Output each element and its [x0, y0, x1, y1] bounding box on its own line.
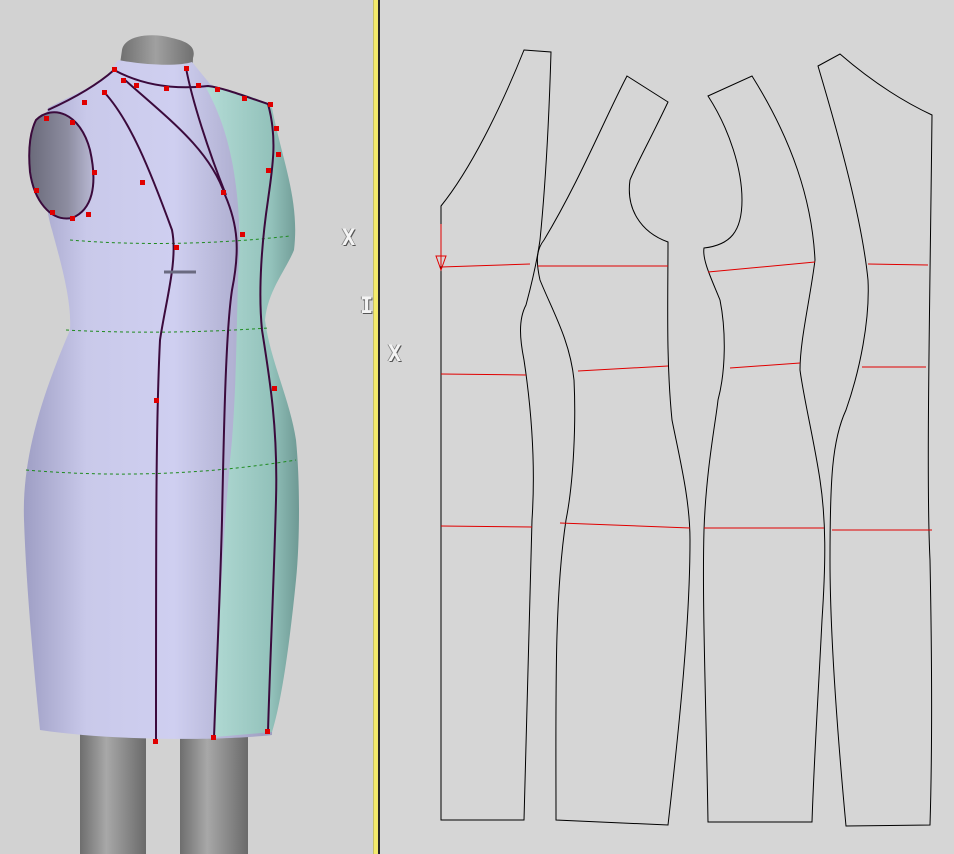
pattern-canvas[interactable] [380, 0, 954, 854]
axis-gizmo: X I X [338, 222, 418, 382]
waist-line-cf [440, 373, 527, 376]
control-point[interactable] [221, 190, 226, 195]
mannequin-canvas[interactable] [0, 0, 373, 854]
bust-line-cf [440, 263, 531, 268]
stand-leg-right [180, 730, 248, 854]
stand-leg-left [80, 730, 146, 854]
measure-lines [440, 261, 932, 531]
pattern-piece-center-back[interactable] [817, 53, 933, 827]
axis-label-1: X [342, 226, 355, 251]
pattern-piece-side-front[interactable] [536, 75, 691, 826]
control-point[interactable] [265, 729, 270, 734]
pattern-piece-center-front[interactable] [440, 49, 552, 821]
grainline-arrow-icon[interactable] [435, 224, 447, 272]
mannequin-3d-view[interactable] [0, 0, 373, 854]
control-point[interactable] [164, 86, 169, 91]
control-point[interactable] [34, 188, 39, 193]
control-point[interactable] [268, 102, 273, 107]
control-point[interactable] [211, 735, 216, 740]
control-point[interactable] [92, 170, 97, 175]
bust-line-cb [867, 263, 929, 266]
bust-line-sb [707, 261, 816, 273]
hip-line-sf [559, 522, 691, 529]
control-point[interactable] [242, 96, 247, 101]
waist-line-sf [577, 365, 669, 372]
axis-label-3: X [388, 342, 401, 367]
control-point[interactable] [121, 78, 126, 83]
control-point[interactable] [266, 168, 271, 173]
pattern-2d-view[interactable] [380, 0, 954, 854]
control-point[interactable] [274, 126, 279, 131]
control-point[interactable] [215, 87, 220, 92]
control-point[interactable] [196, 83, 201, 88]
control-point[interactable] [70, 216, 75, 221]
waist-line-sb [729, 362, 801, 369]
control-point[interactable] [184, 66, 189, 71]
control-point[interactable] [70, 120, 75, 125]
control-point[interactable] [240, 232, 245, 237]
control-point[interactable] [82, 100, 87, 105]
control-point[interactable] [140, 180, 145, 185]
control-point[interactable] [174, 245, 179, 250]
pattern-piece-side-back[interactable] [702, 75, 826, 823]
hip-line-cf [440, 525, 533, 528]
control-point[interactable] [154, 398, 159, 403]
control-point[interactable] [86, 212, 91, 217]
control-point[interactable] [134, 83, 139, 88]
control-point[interactable] [102, 90, 107, 95]
control-point[interactable] [112, 67, 117, 72]
control-point[interactable] [153, 739, 158, 744]
axis-label-2: I [360, 294, 373, 319]
control-point[interactable] [276, 152, 281, 157]
control-point[interactable] [44, 116, 49, 121]
control-point[interactable] [50, 210, 55, 215]
control-point[interactable] [272, 386, 277, 391]
